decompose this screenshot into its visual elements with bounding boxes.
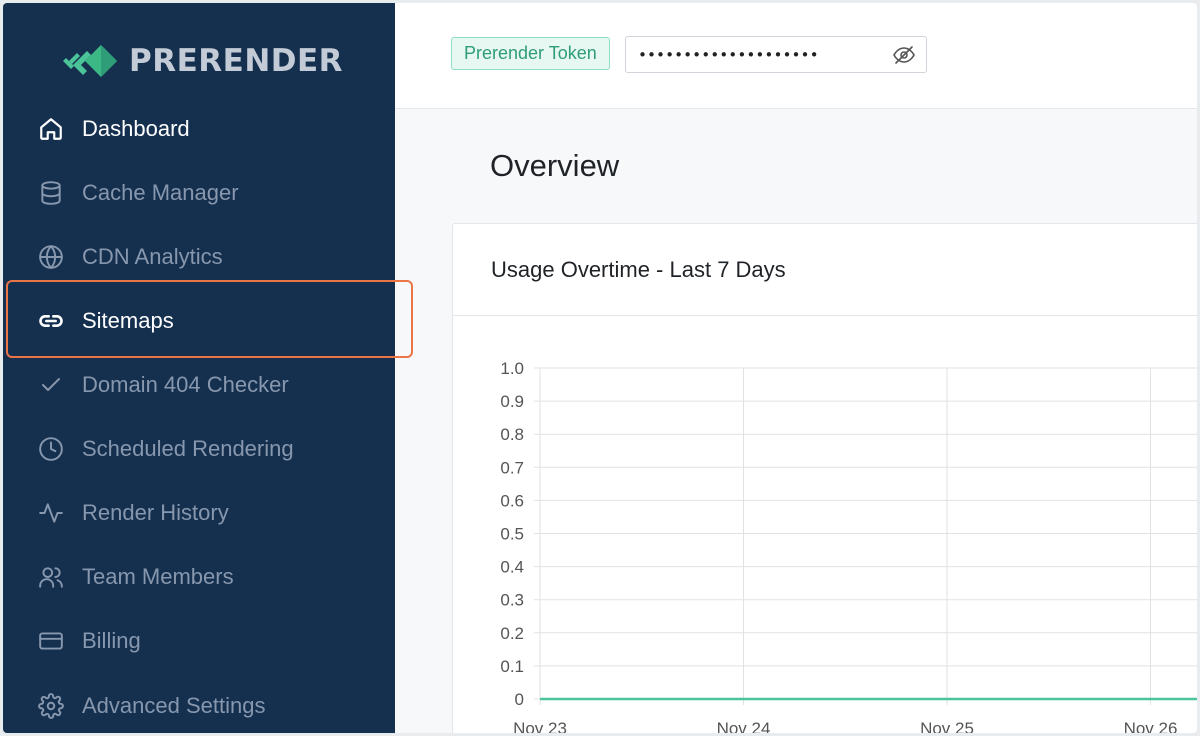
sidebar-item-domain-404-checker[interactable]: Domain 404 Checker [3, 355, 395, 415]
prerender-token-field[interactable]: •••••••••••••••••••• [625, 36, 927, 73]
activity-icon [36, 498, 66, 528]
sidebar-item-label: Domain 404 Checker [82, 372, 289, 397]
sidebar-item-label: Scheduled Rendering [82, 436, 294, 461]
top-bar: Prerender Token •••••••••••••••••••• [395, 3, 1197, 109]
card-title: Usage Overtime - Last 7 Days [491, 256, 786, 282]
sidebar-item-billing[interactable]: Billing [3, 611, 395, 671]
y-tick-label: 1.0 [500, 359, 524, 378]
logo-text: PRERENDER [129, 43, 344, 79]
sidebar-item-team-members[interactable]: Team Members [3, 547, 395, 607]
page-title: Overview [490, 148, 620, 183]
y-tick-label: 0.2 [500, 624, 524, 643]
prerender-logo-icon [61, 39, 123, 83]
sidebar-item-sitemaps[interactable]: Sitemaps [3, 291, 395, 351]
sidebar-item-advanced-settings[interactable]: Advanced Settings [3, 676, 395, 733]
sidebar-item-label: Cache Manager [82, 180, 239, 205]
sidebar-item-label: Advanced Settings [82, 693, 266, 718]
y-tick-label: 0.8 [500, 425, 524, 444]
globe-icon [36, 242, 66, 272]
y-tick-label: 0.7 [500, 458, 524, 477]
check-icon [36, 370, 66, 400]
sidebar: PRERENDER Dashboard Cache Manager CDN An… [3, 3, 413, 733]
home-icon [36, 114, 66, 144]
gear-icon [36, 691, 66, 721]
usage-line-chart: 1.0 0.9 0.8 0.7 0.6 0.5 0.4 0.3 0.2 0.1 0 Nov 23 Nov… [500, 359, 1197, 733]
y-tick-label: 0.9 [500, 392, 524, 411]
users-icon [36, 562, 66, 592]
token-value: •••••••••••••••••••• [638, 45, 819, 64]
y-tick-label: 0 [515, 690, 524, 709]
y-tick-label: 0.6 [500, 491, 524, 510]
sidebar-item-render-history[interactable]: Render History [3, 483, 395, 543]
sidebar-item-label: Render History [82, 500, 229, 525]
card-header: Usage Overtime - Last 7 Days [453, 224, 1197, 316]
logo[interactable]: PRERENDER [61, 37, 343, 85]
eye-off-icon[interactable] [892, 43, 916, 67]
x-tick-label: Nov 24 [717, 719, 771, 733]
x-tick-label: Nov 25 [920, 719, 974, 733]
sidebar-item-label: Billing [82, 628, 141, 653]
sidebar-item-label: Dashboard [82, 116, 190, 141]
sidebar-item-cdn-analytics[interactable]: CDN Analytics [3, 227, 395, 287]
sidebar-item-scheduled-rendering[interactable]: Scheduled Rendering [3, 419, 395, 479]
x-tick-label: Nov 26 [1124, 719, 1178, 733]
usage-chart: 1.0 0.9 0.8 0.7 0.6 0.5 0.4 0.3 0.2 0.1 0 Nov 23 Nov… [453, 316, 1197, 733]
prerender-token-label: Prerender Token [451, 37, 610, 70]
clock-icon [36, 434, 66, 464]
y-tick-label: 0.3 [500, 591, 524, 610]
y-tick-label: 0.1 [500, 657, 524, 676]
sidebar-item-dashboard[interactable]: Dashboard [3, 99, 395, 159]
credit-card-icon [36, 626, 66, 656]
sidebar-item-label: Team Members [82, 564, 234, 589]
x-tick-label: Nov 23 [513, 719, 567, 733]
sidebar-item-label: Sitemaps [82, 308, 174, 333]
sidebar-item-label: CDN Analytics [82, 244, 223, 269]
app-window: PRERENDER Dashboard Cache Manager CDN An… [3, 3, 1197, 733]
sidebar-item-cache-manager[interactable]: Cache Manager [3, 163, 395, 223]
usage-card: Usage Overtime - Last 7 Days 1.0 0.9 0.8 0.… [452, 223, 1197, 733]
y-tick-label: 0.4 [500, 558, 524, 577]
link-icon [36, 306, 66, 336]
database-icon [36, 178, 66, 208]
y-tick-label: 0.5 [500, 525, 524, 544]
